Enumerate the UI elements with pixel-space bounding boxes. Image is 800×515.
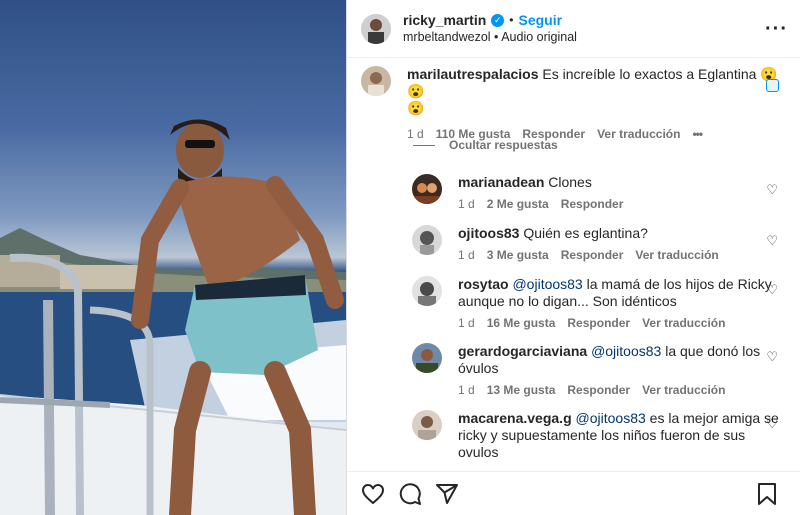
commenter-avatar[interactable] — [412, 410, 442, 440]
heart-icon[interactable]: ♡ — [766, 416, 778, 432]
comments-list[interactable]: marilautrespalacios Es increíble lo exac… — [347, 58, 800, 471]
follow-button[interactable]: Seguir — [518, 12, 562, 29]
heart-icon[interactable]: ♡ — [766, 182, 778, 198]
reply-time: 1 d — [458, 248, 475, 262]
reply-item: gerardogarciaviana @ojitoos83 la que don… — [412, 343, 786, 399]
translate-button[interactable]: Ver traducción — [642, 382, 725, 399]
comment-item: marilautrespalacios Es increíble lo exac… — [361, 66, 786, 143]
translate-button[interactable]: Ver traducción — [635, 247, 718, 264]
verified-badge-icon: ✓ — [491, 13, 505, 27]
reply-item: rosytao @ojitoos83 la mamá de los hijos … — [412, 276, 786, 332]
reply-text-cont-2: ovulos — [458, 444, 499, 460]
post-media[interactable] — [0, 0, 346, 515]
action-bar — [347, 471, 800, 515]
translate-button[interactable]: Ver traducción — [597, 126, 680, 143]
reply-username[interactable]: ojitoos83 — [458, 225, 519, 241]
commenter-avatar[interactable] — [412, 343, 442, 373]
divider-line — [413, 144, 435, 146]
reply-time: 1 d — [458, 383, 475, 397]
reply-button[interactable]: Responder — [567, 382, 630, 399]
comment-icon[interactable] — [398, 482, 422, 506]
separator-dot: • — [509, 12, 514, 27]
post-photo — [0, 119, 346, 515]
reply-text-cont: aunque no lo digan... Son idénticos — [458, 293, 677, 309]
heart-icon[interactable]: ♡ — [766, 349, 778, 365]
reply-button[interactable]: Responder — [561, 196, 624, 213]
post-header: ricky_martin ✓ • Seguir mrbeltandwezol •… — [347, 0, 800, 58]
collab-username[interactable]: mrbeltandwezol — [403, 30, 491, 44]
reply-text-cont: óvulos — [458, 360, 499, 376]
post-sidebar: ricky_martin ✓ • Seguir mrbeltandwezol •… — [346, 0, 800, 515]
heart-icon[interactable] — [361, 482, 385, 506]
reply-text: la que donó los — [665, 343, 761, 359]
reply-item: ojitoos83 Quién es eglantina? 1 d 3 Me g… — [412, 225, 786, 264]
reply-username[interactable]: macarena.vega.g — [458, 410, 572, 426]
reply-likes[interactable]: 3 Me gusta — [487, 247, 549, 264]
commenter-avatar[interactable] — [412, 225, 442, 255]
reply-likes[interactable]: 13 Me gusta — [487, 382, 556, 399]
share-icon[interactable] — [435, 482, 459, 506]
reply-button[interactable]: Responder — [567, 315, 630, 332]
reply-username[interactable]: gerardogarciaviana — [458, 343, 587, 359]
comment-username[interactable]: marilautrespalacios — [407, 66, 539, 82]
reply-likes[interactable]: 16 Me gusta — [487, 315, 556, 332]
reply-username[interactable]: marianadean — [458, 174, 544, 190]
commenter-avatar[interactable] — [361, 66, 391, 96]
author-avatar[interactable] — [361, 13, 391, 44]
reply-text: es la mejor amiga se — [649, 410, 779, 426]
hide-replies-button[interactable]: Ocultar respuestas — [413, 138, 558, 152]
reply-time: 1 d — [458, 197, 475, 211]
separator-dot-2: • — [494, 29, 499, 44]
reply-text: Quién es eglantina? — [523, 225, 648, 241]
comment-text-cont: 😮 — [407, 100, 425, 116]
reply-time: 1 d — [458, 316, 475, 330]
heart-icon[interactable]: ♡ — [766, 282, 778, 298]
hide-replies-label: Ocultar respuestas — [449, 138, 558, 152]
audio-link[interactable]: Audio original — [501, 30, 577, 44]
post-subtitle: mrbeltandwezol • Audio original — [403, 29, 577, 46]
author-username[interactable]: ricky_martin — [403, 12, 486, 29]
reply-text: Clones — [548, 174, 592, 190]
bookmark-icon[interactable] — [755, 482, 779, 506]
comment-more-icon[interactable]: ••• — [692, 126, 703, 143]
heart-icon[interactable]: ♡ — [766, 233, 778, 249]
reply-text-cont: ricky y supuestamente los niños fueron d… — [458, 427, 746, 443]
reply-item: macarena.vega.g @ojitoos83 es la mejor a… — [412, 410, 786, 461]
reply-text: la mamá de los hijos de Ricky — [586, 276, 772, 292]
reply-button[interactable]: Responder — [561, 247, 624, 264]
reply-mention[interactable]: @ojitoos83 — [512, 276, 582, 292]
reply-username[interactable]: rosytao — [458, 276, 509, 292]
reply-mention[interactable]: @ojitoos83 — [591, 343, 661, 359]
reply-mention[interactable]: @ojitoos83 — [576, 410, 646, 426]
selection-checkbox[interactable] — [766, 79, 779, 92]
commenter-avatar[interactable] — [412, 174, 442, 204]
reply-likes[interactable]: 2 Me gusta — [487, 196, 549, 213]
translate-button[interactable]: Ver traducción — [642, 315, 725, 332]
reply-item: marianadean Clones 1 d 2 Me gusta Respon… — [412, 174, 786, 213]
commenter-avatar[interactable] — [412, 276, 442, 306]
more-options-icon[interactable]: ··· — [765, 18, 788, 41]
